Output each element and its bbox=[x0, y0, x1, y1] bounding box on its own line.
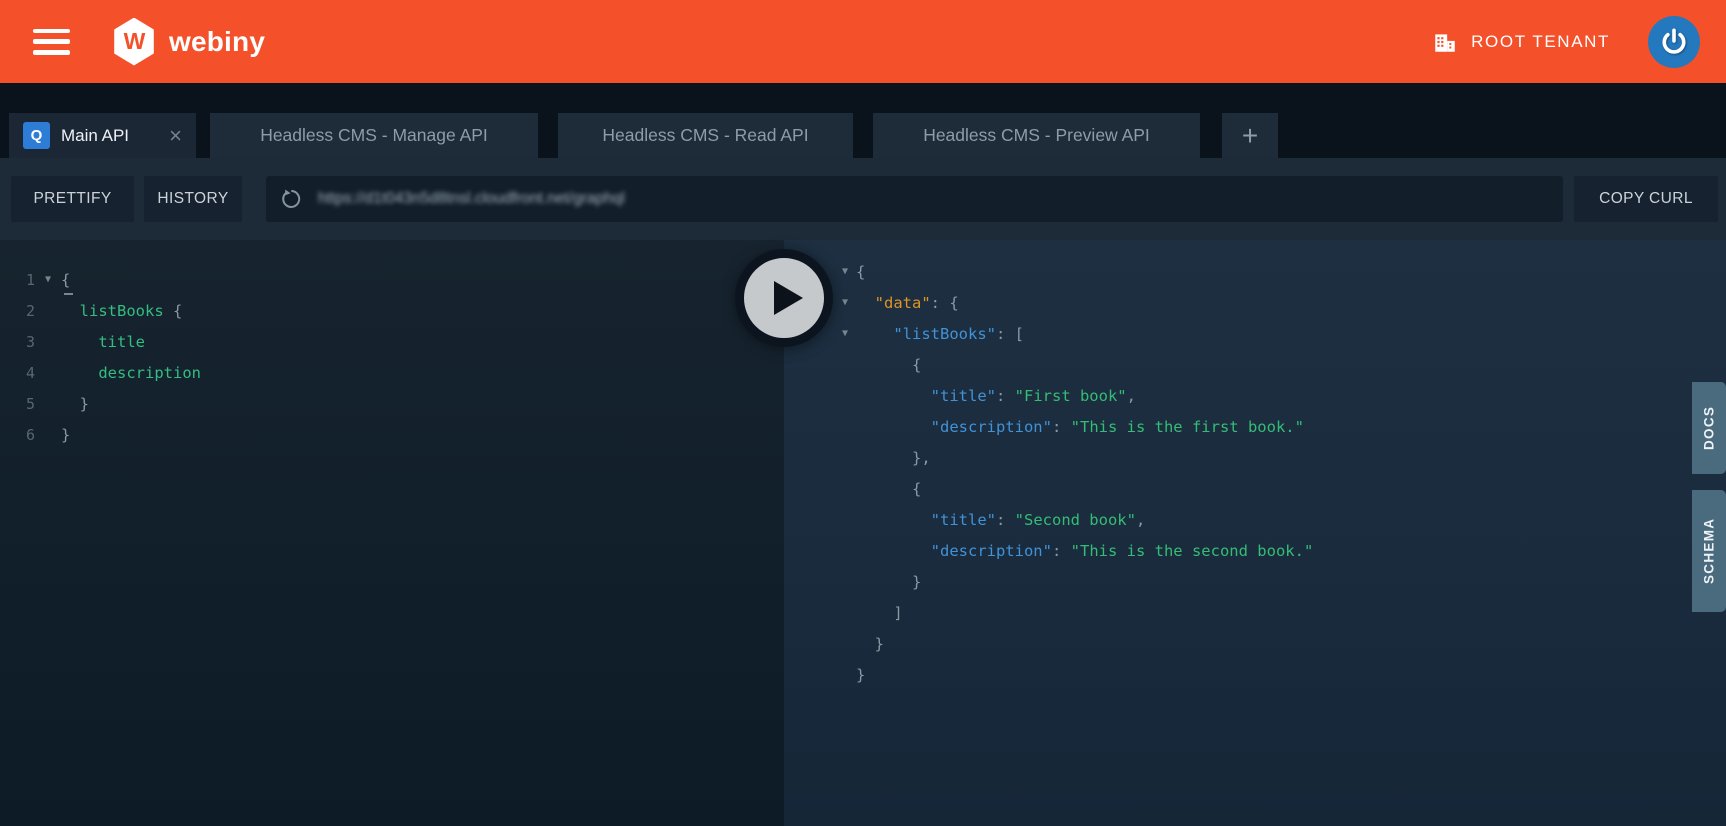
code-line: } bbox=[834, 628, 1714, 659]
line-number: 6 bbox=[0, 426, 35, 444]
tenant-selector[interactable]: ROOT TENANT bbox=[1432, 29, 1610, 55]
docs-tab[interactable]: DOCS bbox=[1692, 382, 1726, 474]
hamburger-menu-icon[interactable] bbox=[33, 29, 70, 55]
code-text: ] bbox=[856, 604, 903, 622]
code-line: 5 } bbox=[0, 388, 784, 419]
fold-arrow-icon[interactable]: ▼ bbox=[834, 266, 856, 277]
code-line: } bbox=[834, 659, 1714, 690]
query-badge: Q bbox=[23, 122, 50, 149]
close-icon[interactable]: × bbox=[169, 125, 182, 147]
code-text: { bbox=[856, 480, 921, 498]
code-line: "description": "This is the first book." bbox=[834, 411, 1714, 442]
webiny-logo[interactable]: W webiny bbox=[112, 18, 265, 66]
code-text: "description": "This is the second book.… bbox=[856, 542, 1313, 560]
fold-arrow-icon[interactable]: ▼ bbox=[834, 297, 856, 308]
line-number: 5 bbox=[0, 395, 35, 413]
code-text: "listBooks": [ bbox=[856, 325, 1024, 343]
code-text: }, bbox=[856, 449, 931, 467]
code-line: ▼{ bbox=[834, 256, 1714, 287]
graphql-playground-app: W webiny ROOT TENANT bbox=[0, 0, 1726, 826]
line-number: 3 bbox=[0, 333, 35, 351]
code-line: { bbox=[834, 349, 1714, 380]
playground-toolbar: PRETTIFY HISTORY https://d1t043n5d8tnsl.… bbox=[0, 158, 1726, 240]
code-line: }, bbox=[834, 442, 1714, 473]
code-text: { bbox=[856, 263, 865, 281]
code-text: title bbox=[61, 333, 145, 351]
prettify-button[interactable]: PRETTIFY bbox=[11, 176, 134, 222]
code-text: description bbox=[61, 364, 201, 382]
app-header: W webiny ROOT TENANT bbox=[0, 0, 1726, 83]
line-number: 2 bbox=[0, 302, 35, 320]
tenant-label: ROOT TENANT bbox=[1471, 32, 1610, 52]
code-line: "title": "First book", bbox=[834, 380, 1714, 411]
code-line: "description": "This is the second book.… bbox=[834, 535, 1714, 566]
reload-icon bbox=[280, 187, 304, 211]
user-avatar[interactable] bbox=[1648, 16, 1700, 68]
copy-curl-button[interactable]: COPY CURL bbox=[1574, 176, 1718, 222]
fold-arrow-icon[interactable]: ▼ bbox=[834, 328, 856, 339]
code-line: } bbox=[834, 566, 1714, 597]
code-line: 1▼{ bbox=[0, 264, 784, 295]
tab-headless-cms-preview-api[interactable]: Headless CMS - Preview API bbox=[873, 113, 1200, 158]
code-text: "description": "This is the first book." bbox=[856, 418, 1304, 436]
tab-label: Main API bbox=[61, 126, 129, 146]
code-text: "title": "First book", bbox=[856, 387, 1136, 405]
tab-headless-cms-manage-api[interactable]: Headless CMS - Manage API bbox=[210, 113, 538, 158]
code-line: ] bbox=[834, 597, 1714, 628]
code-text: "data": { bbox=[856, 294, 959, 312]
power-icon bbox=[1658, 26, 1690, 58]
code-line: "title": "Second book", bbox=[834, 504, 1714, 535]
building-icon bbox=[1432, 29, 1458, 55]
execute-query-button[interactable] bbox=[735, 249, 833, 347]
code-text: listBooks { bbox=[61, 302, 182, 320]
code-line: 4 description bbox=[0, 357, 784, 388]
code-text: { bbox=[61, 271, 70, 289]
code-text: "title": "Second book", bbox=[856, 511, 1145, 529]
endpoint-url-input[interactable]: https://d1t043n5d8tnsl.cloudfront.net/gr… bbox=[266, 176, 1563, 222]
brand-wordmark: webiny bbox=[169, 26, 265, 58]
webiny-hexagon-icon: W bbox=[112, 18, 156, 66]
code-text: } bbox=[856, 573, 921, 591]
line-number: 4 bbox=[0, 364, 35, 382]
tab-headless-cms-read-api[interactable]: Headless CMS - Read API bbox=[558, 113, 853, 158]
code-line: 6} bbox=[0, 419, 784, 450]
code-line: 3 title bbox=[0, 326, 784, 357]
fold-arrow-icon[interactable]: ▼ bbox=[35, 274, 61, 285]
code-line: ▼ "listBooks": [ bbox=[834, 318, 1714, 349]
query-editor-code[interactable]: 1▼{2 listBooks {3 title4 description5 }6… bbox=[0, 264, 784, 450]
code-text: } bbox=[61, 426, 70, 444]
history-button[interactable]: HISTORY bbox=[144, 176, 242, 222]
result-json-code: ▼{▼ "data": {▼ "listBooks": [ { "title":… bbox=[834, 256, 1714, 690]
tab-main-api[interactable]: Q Main API × bbox=[9, 113, 196, 158]
add-tab-button[interactable]: + bbox=[1222, 113, 1278, 158]
code-text: } bbox=[856, 666, 865, 684]
api-tab-bar: Q Main API × Headless CMS - Manage API H… bbox=[0, 83, 1726, 158]
logo-letter: W bbox=[124, 28, 145, 55]
code-text: } bbox=[856, 635, 884, 653]
line-number: 1 bbox=[0, 271, 35, 289]
code-line: ▼ "data": { bbox=[834, 287, 1714, 318]
code-text: { bbox=[856, 356, 921, 374]
play-icon bbox=[774, 281, 803, 315]
schema-tab[interactable]: SCHEMA bbox=[1692, 490, 1726, 612]
code-text: } bbox=[61, 395, 89, 413]
code-line: { bbox=[834, 473, 1714, 504]
header-right: ROOT TENANT bbox=[1432, 16, 1700, 68]
code-line: 2 listBooks { bbox=[0, 295, 784, 326]
text-cursor bbox=[64, 293, 73, 295]
endpoint-url-text: https://d1t043n5d8tnsl.cloudfront.net/gr… bbox=[318, 190, 625, 208]
